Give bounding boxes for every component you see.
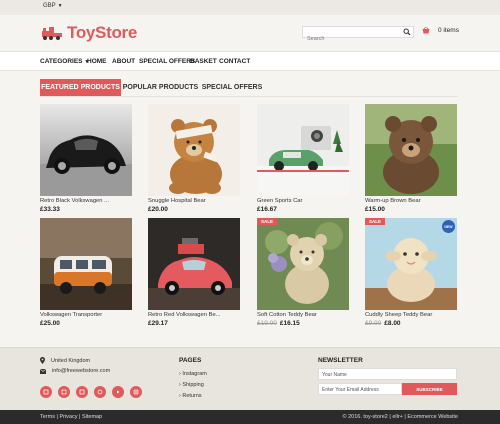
- product-sale-price: £16.15: [279, 320, 300, 327]
- nav-categories[interactable]: CATEGORIES ▼: [40, 58, 89, 65]
- sale-badge: SALE: [365, 218, 386, 225]
- product-card[interactable]: Snuggle Hospital Bear £20.00: [148, 104, 240, 213]
- new-badge: NEW: [442, 220, 455, 233]
- nav-about[interactable]: ABOUT: [112, 58, 135, 65]
- product-card[interactable]: Retro Black Volkswagen ... £33.33: [40, 104, 132, 213]
- footer-email-text: info@freewebstore.com: [52, 368, 111, 374]
- main-nav: CATEGORIES ▼ HOME ABOUT SPECIAL OFFERS B…: [0, 51, 500, 71]
- product-name[interactable]: Cuddly Sheep Teddy Bear: [365, 312, 457, 318]
- product-image[interactable]: SALE NEW: [365, 218, 457, 310]
- footer-location-text: United Kingdom: [51, 357, 91, 364]
- product-name[interactable]: Warm-up Brown Bear: [365, 198, 457, 204]
- product-old-price: £9.00: [365, 320, 382, 327]
- product-price: £9.00 £8.00: [365, 320, 457, 327]
- chevron-down-icon: ▼: [57, 3, 63, 9]
- facebook-icon[interactable]: [40, 386, 52, 398]
- currency-label: GBP: [43, 3, 56, 9]
- search-icon[interactable]: [403, 28, 411, 36]
- youtube-icon[interactable]: [112, 386, 124, 398]
- product-image[interactable]: SALE: [257, 218, 349, 310]
- product-sale-price: £8.00: [384, 320, 401, 327]
- product-price: £19.00 £16.15: [257, 320, 349, 327]
- currency-selector[interactable]: GBP ▼: [43, 3, 63, 9]
- google-plus-icon[interactable]: [76, 386, 88, 398]
- footer-link-shipping[interactable]: › Shipping: [179, 382, 204, 388]
- nav-categories-label: CATEGORIES: [40, 58, 83, 65]
- product-card[interactable]: Warm-up Brown Bear £15.00: [365, 104, 457, 213]
- footer-link-label: Returns: [182, 393, 202, 399]
- pinterest-icon[interactable]: [94, 386, 106, 398]
- product-name[interactable]: Green Sports Car: [257, 198, 349, 204]
- product-price: £33.33: [40, 206, 60, 213]
- product-image[interactable]: [148, 104, 240, 196]
- footer-link-returns[interactable]: › Returns: [179, 393, 202, 399]
- product-price: £16.67: [257, 206, 277, 213]
- product-image[interactable]: [365, 104, 457, 196]
- nav-special-offers[interactable]: SPECIAL OFFERS: [139, 58, 195, 65]
- product-price: £20.00: [148, 206, 168, 213]
- footer-link-instagram[interactable]: › Instagram: [179, 371, 207, 377]
- chevron-right-icon: ›: [179, 393, 181, 399]
- nav-home[interactable]: HOME: [87, 58, 107, 65]
- sale-badge: SALE: [257, 218, 278, 225]
- map-pin-icon: [40, 357, 45, 364]
- product-card[interactable]: Retro Red Volkswagen Be... £29.17: [148, 218, 240, 327]
- product-card[interactable]: Green Sports Car £16.67: [257, 104, 349, 213]
- footer-location: United Kingdom: [40, 357, 90, 364]
- product-card[interactable]: SALE Soft Cotton Teddy Bear £19.00 £16.15: [257, 218, 349, 327]
- tab-featured-products[interactable]: FEATURED PRODUCTS: [40, 79, 121, 96]
- product-price: £25.00: [40, 320, 60, 327]
- product-card[interactable]: SALE NEW Cuddly Sheep Teddy Bear £9.00 £8…: [365, 218, 457, 327]
- chevron-right-icon: ›: [179, 382, 181, 388]
- twitter-icon[interactable]: [58, 386, 70, 398]
- product-name[interactable]: Snuggle Hospital Bear: [148, 198, 240, 204]
- cart-button[interactable]: 0 items: [422, 27, 459, 34]
- copyright-text: © 2016. toy-store2 | ellr+ | Ecommerce W…: [342, 414, 458, 420]
- footer-pages-heading: PAGES: [179, 357, 202, 364]
- logo-text: ToyStore: [67, 23, 138, 42]
- toy-train-icon: [42, 27, 62, 40]
- product-name[interactable]: Volkswagen Transporter: [40, 312, 132, 318]
- nav-basket[interactable]: BASKET: [190, 58, 217, 65]
- basket-icon: [422, 27, 430, 34]
- product-name[interactable]: Retro Black Volkswagen ...: [40, 198, 132, 204]
- product-card[interactable]: Volkswagen Transporter £25.00: [40, 218, 132, 327]
- tab-popular-products[interactable]: POPULAR PRODUCTS: [121, 79, 200, 96]
- logo[interactable]: ToyStore: [41, 23, 137, 43]
- product-image[interactable]: [257, 104, 349, 196]
- social-links: [40, 386, 148, 398]
- product-name[interactable]: Retro Red Volkswagen Be...: [148, 312, 240, 318]
- footer-email[interactable]: info@freewebstore.com: [40, 368, 110, 374]
- newsletter-heading: NEWSLETTER: [318, 357, 363, 364]
- product-price: £29.17: [148, 320, 168, 327]
- tab-divider: [40, 96, 458, 97]
- product-price: £15.00: [365, 206, 385, 213]
- footer-link-label: Instagram: [182, 371, 207, 377]
- top-strip: GBP ▼: [0, 0, 500, 15]
- bottom-bar: Terms | Privacy | Sitemap © 2016. toy-st…: [0, 410, 500, 424]
- product-image[interactable]: [40, 218, 132, 310]
- search-input[interactable]: [303, 34, 403, 44]
- subscribe-button[interactable]: SUBSCRIBE: [402, 383, 457, 395]
- newsletter-name-input[interactable]: Your Name: [318, 368, 457, 380]
- product-image[interactable]: [40, 104, 132, 196]
- search-box: [302, 26, 414, 44]
- cart-count: 0 items: [438, 27, 459, 34]
- envelope-icon: [40, 368, 46, 374]
- header: ToyStore 0 items: [0, 15, 500, 51]
- footer-link-label: Shipping: [182, 382, 204, 388]
- product-old-price: £19.00: [257, 320, 277, 327]
- newsletter-email-input[interactable]: Enter Your Email Address: [318, 383, 402, 395]
- instagram-icon[interactable]: [130, 386, 142, 398]
- product-name[interactable]: Soft Cotton Teddy Bear: [257, 312, 349, 318]
- product-image[interactable]: [148, 218, 240, 310]
- nav-contact[interactable]: CONTACT: [219, 58, 250, 65]
- legal-links[interactable]: Terms | Privacy | Sitemap: [40, 414, 102, 420]
- chevron-right-icon: ›: [179, 371, 181, 377]
- tab-special-offers[interactable]: SPECIAL OFFERS: [200, 79, 264, 96]
